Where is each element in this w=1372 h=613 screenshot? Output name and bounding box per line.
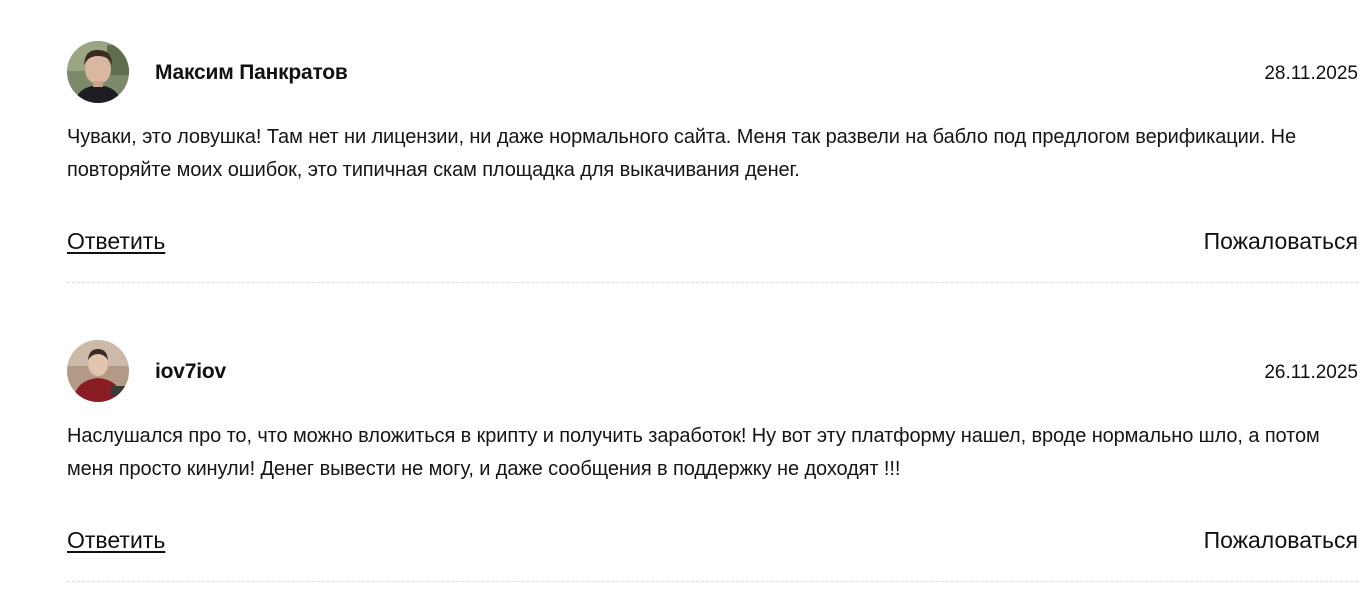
divider bbox=[67, 282, 1358, 283]
comment-item: iov7iov 26.11.2025 Наслушался про то, чт… bbox=[67, 299, 1358, 598]
comment-header: iov7iov 26.11.2025 bbox=[67, 340, 1358, 403]
user-photo-avatar-icon bbox=[67, 340, 129, 402]
report-link[interactable]: Пожаловаться bbox=[1204, 527, 1358, 554]
comment-date: 26.11.2025 bbox=[1264, 362, 1358, 383]
author-name: iov7iov bbox=[155, 360, 226, 383]
comment-text: Наслушался про то, что можно вложиться в… bbox=[67, 425, 1320, 480]
reply-link[interactable]: Ответить bbox=[67, 527, 165, 554]
avatar[interactable] bbox=[67, 41, 129, 103]
author-name: Максим Панкратов bbox=[155, 61, 348, 84]
user-photo-avatar-icon bbox=[67, 41, 129, 103]
comment-header: Максим Панкратов 28.11.2025 bbox=[67, 41, 1358, 104]
comment-date: 28.11.2025 bbox=[1264, 63, 1358, 84]
report-link[interactable]: Пожаловаться bbox=[1204, 228, 1358, 255]
reply-link[interactable]: Ответить bbox=[67, 228, 165, 255]
comments-list: Максим Панкратов 28.11.2025 Чуваки, это … bbox=[67, 0, 1358, 598]
comment-text: Чуваки, это ловушка! Там нет ни лицензии… bbox=[67, 126, 1297, 181]
divider bbox=[67, 581, 1358, 582]
comment-item: Максим Панкратов 28.11.2025 Чуваки, это … bbox=[67, 0, 1358, 299]
avatar[interactable] bbox=[67, 340, 129, 402]
